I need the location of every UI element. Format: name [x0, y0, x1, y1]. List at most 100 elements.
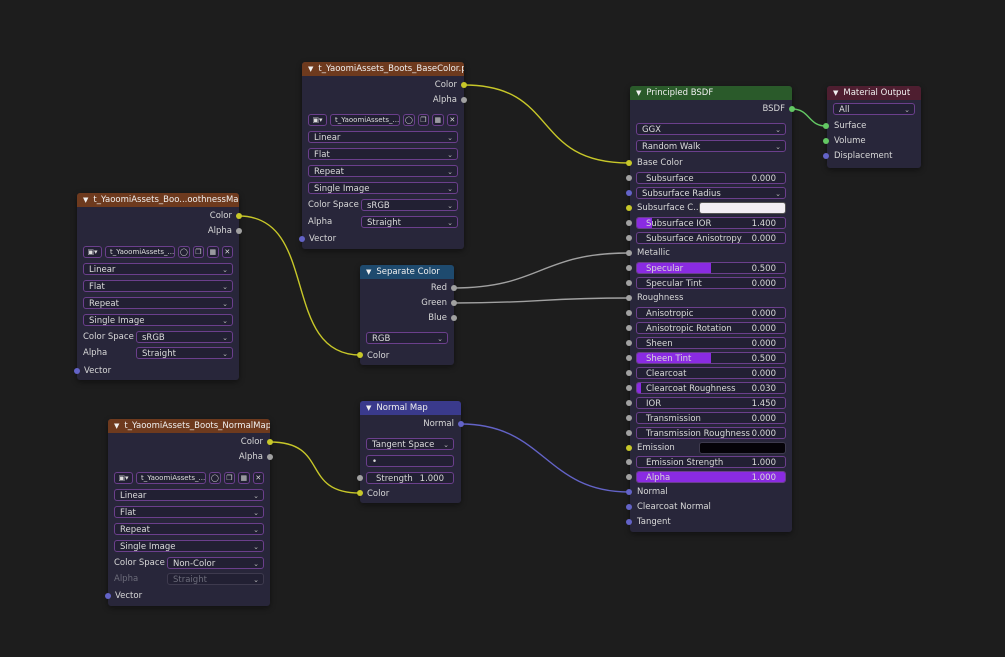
socket-surface-in[interactable] — [823, 123, 829, 129]
interpolation-dropdown[interactable]: Linear ⌄ — [308, 131, 458, 143]
emission-color-swatch[interactable] — [699, 442, 786, 454]
collapse-chevron-icon[interactable]: ▼ — [366, 404, 371, 412]
node-editor-canvas[interactable]: ▼ t_YaoomiAssets_Boo...oothnessMaps.png … — [0, 0, 1005, 657]
socket-base-color-out[interactable] — [461, 82, 467, 88]
subsurface-method-dropdown[interactable]: Random Walk ⌄ — [636, 140, 786, 152]
node-header[interactable]: ▼ t_YaoomiAssets_Boots_NormalMap.png.... — [108, 419, 270, 433]
socket-emission-strength-in[interactable] — [626, 459, 632, 465]
image-browse-icon[interactable]: ▣▾ — [83, 246, 103, 258]
clearcoat-field[interactable]: Clearcoat 0.000 — [636, 367, 786, 379]
socket-base-vector-in[interactable] — [299, 236, 305, 242]
socket-subsurface-radius-in[interactable] — [626, 190, 632, 196]
mode-dropdown[interactable]: RGB ⌄ — [366, 332, 448, 344]
socket-anisotropic-in[interactable] — [626, 310, 632, 316]
socket-specular-tint-in[interactable] — [626, 280, 632, 286]
unlink-close-icon[interactable]: ✕ — [221, 246, 233, 258]
socket-subsurface-in[interactable] — [626, 175, 632, 181]
collapse-chevron-icon[interactable]: ▼ — [636, 89, 641, 97]
socket-metallic-in[interactable] — [626, 250, 632, 256]
target-dropdown[interactable]: All ⌄ — [833, 103, 915, 115]
separate-color-node[interactable]: ▼ Separate Color Red Green Blue RGB ⌄ Col… — [360, 265, 454, 365]
socket-base-alpha-out[interactable] — [461, 97, 467, 103]
source-dropdown[interactable]: Single Image ⌄ — [308, 182, 458, 194]
alpha-mode-dropdown[interactable]: Straight ⌄ — [136, 347, 233, 359]
socket-ior-in[interactable] — [626, 400, 632, 406]
socket-normal-in[interactable] — [626, 489, 632, 495]
socket-emission-in[interactable] — [626, 445, 632, 451]
space-dropdown[interactable]: Tangent Space ⌄ — [366, 438, 454, 450]
socket-volume-in[interactable] — [823, 138, 829, 144]
unlink-close-icon[interactable]: ✕ — [446, 114, 458, 126]
subsurface-ior-field[interactable]: Subsurface IOR 1.400 — [636, 217, 786, 229]
alpha-mode-dropdown[interactable]: Straight ⌄ — [361, 216, 458, 228]
emission-strength-field[interactable]: Emission Strength 1.000 — [636, 456, 786, 468]
socket-blue-out[interactable] — [451, 315, 457, 321]
socket-smooth-alpha-out[interactable] — [236, 228, 242, 234]
extension-dropdown[interactable]: Repeat ⌄ — [83, 297, 233, 309]
collapse-chevron-icon[interactable]: ▼ — [308, 65, 313, 73]
socket-sheen-in[interactable] — [626, 340, 632, 346]
specular-field[interactable]: Specular 0.500 — [636, 262, 786, 274]
socket-normaltex-alpha-out[interactable] — [267, 454, 273, 460]
transmission-roughness-field[interactable]: Transmission Roughness 0.000 — [636, 427, 786, 439]
socket-transmission-roughness-in[interactable] — [626, 430, 632, 436]
subsurface-field[interactable]: Subsurface 0.000 — [636, 172, 786, 184]
socket-separate-color-in[interactable] — [357, 352, 363, 358]
socket-red-out[interactable] — [451, 285, 457, 291]
socket-roughness-in[interactable] — [626, 295, 632, 301]
socket-transmission-in[interactable] — [626, 415, 632, 421]
uv-map-field[interactable]: • — [366, 455, 454, 467]
node-header[interactable]: ▼ Normal Map — [360, 401, 461, 415]
subsurface-anisotropy-field[interactable]: Subsurface Anisotropy 0.000 — [636, 232, 786, 244]
socket-normaltex-vector-in[interactable] — [105, 593, 111, 599]
anisotropic-rotation-field[interactable]: Anisotropic Rotation 0.000 — [636, 322, 786, 334]
distribution-dropdown[interactable]: GGX ⌄ — [636, 123, 786, 135]
normal-map-node[interactable]: ▼ Normal Map Normal Tangent Space ⌄ • Str… — [360, 401, 461, 503]
node-header[interactable]: ▼ t_YaoomiAssets_Boots_BaseColor.png.001 — [302, 62, 464, 76]
socket-alpha-in[interactable] — [626, 474, 632, 480]
socket-normal-map-out[interactable] — [458, 421, 464, 427]
socket-subsurface-color-in[interactable] — [626, 205, 632, 211]
collapse-chevron-icon[interactable]: ▼ — [833, 89, 838, 97]
socket-displacement-in[interactable] — [823, 153, 829, 159]
sheen-field[interactable]: Sheen 0.000 — [636, 337, 786, 349]
source-dropdown[interactable]: Single Image ⌄ — [83, 314, 233, 326]
socket-bsdf-out[interactable] — [789, 106, 795, 112]
socket-green-out[interactable] — [451, 300, 457, 306]
socket-sheen-tint-in[interactable] — [626, 355, 632, 361]
projection-dropdown[interactable]: Flat ⌄ — [114, 506, 264, 518]
unlink-close-icon[interactable]: ✕ — [252, 472, 264, 484]
open-folder-icon[interactable]: ▦ — [432, 114, 444, 126]
collapse-chevron-icon[interactable]: ▼ — [114, 422, 119, 430]
socket-base-color-in[interactable] — [626, 160, 632, 166]
socket-normaltex-color-out[interactable] — [267, 439, 273, 445]
open-folder-icon[interactable]: ▦ — [207, 246, 219, 258]
image-name-field[interactable]: t_YaoomiAssets_... — [330, 114, 401, 126]
socket-clearcoat-normal-in[interactable] — [626, 504, 632, 510]
interpolation-dropdown[interactable]: Linear ⌄ — [83, 263, 233, 275]
open-folder-icon[interactable]: ▦ — [238, 472, 250, 484]
extension-dropdown[interactable]: Repeat ⌄ — [308, 165, 458, 177]
node-header[interactable]: ▼ Material Output — [827, 86, 921, 100]
subsurface-color-swatch[interactable] — [699, 202, 786, 214]
socket-tangent-in[interactable] — [626, 519, 632, 525]
specular-tint-field[interactable]: Specular Tint 0.000 — [636, 277, 786, 289]
color-space-dropdown[interactable]: sRGB ⌄ — [361, 199, 458, 211]
socket-subsurface-anisotropy-in[interactable] — [626, 235, 632, 241]
socket-smooth-color-out[interactable] — [236, 213, 242, 219]
sheen-tint-field[interactable]: Sheen Tint 0.500 — [636, 352, 786, 364]
image-name-field[interactable]: t_YaoomiAssets_... — [105, 246, 176, 258]
subsurface-radius-dropdown[interactable]: Subsurface Radius ⌄ — [636, 187, 786, 199]
anisotropic-field[interactable]: Anisotropic 0.000 — [636, 307, 786, 319]
interpolation-dropdown[interactable]: Linear ⌄ — [114, 489, 264, 501]
fake-user-shield-icon[interactable]: ◯ — [178, 246, 190, 258]
node-header[interactable]: ▼ Separate Color — [360, 265, 454, 279]
duplicate-icon[interactable]: ❐ — [192, 246, 205, 258]
socket-subsurface-ior-in[interactable] — [626, 220, 632, 226]
projection-dropdown[interactable]: Flat ⌄ — [83, 280, 233, 292]
collapse-chevron-icon[interactable]: ▼ — [83, 196, 88, 204]
socket-anisotropic-rotation-in[interactable] — [626, 325, 632, 331]
socket-normal-map-color-in[interactable] — [357, 490, 363, 496]
image-texture-node-basecolor[interactable]: ▼ t_YaoomiAssets_Boots_BaseColor.png.001… — [302, 62, 464, 249]
collapse-chevron-icon[interactable]: ▼ — [366, 268, 371, 276]
